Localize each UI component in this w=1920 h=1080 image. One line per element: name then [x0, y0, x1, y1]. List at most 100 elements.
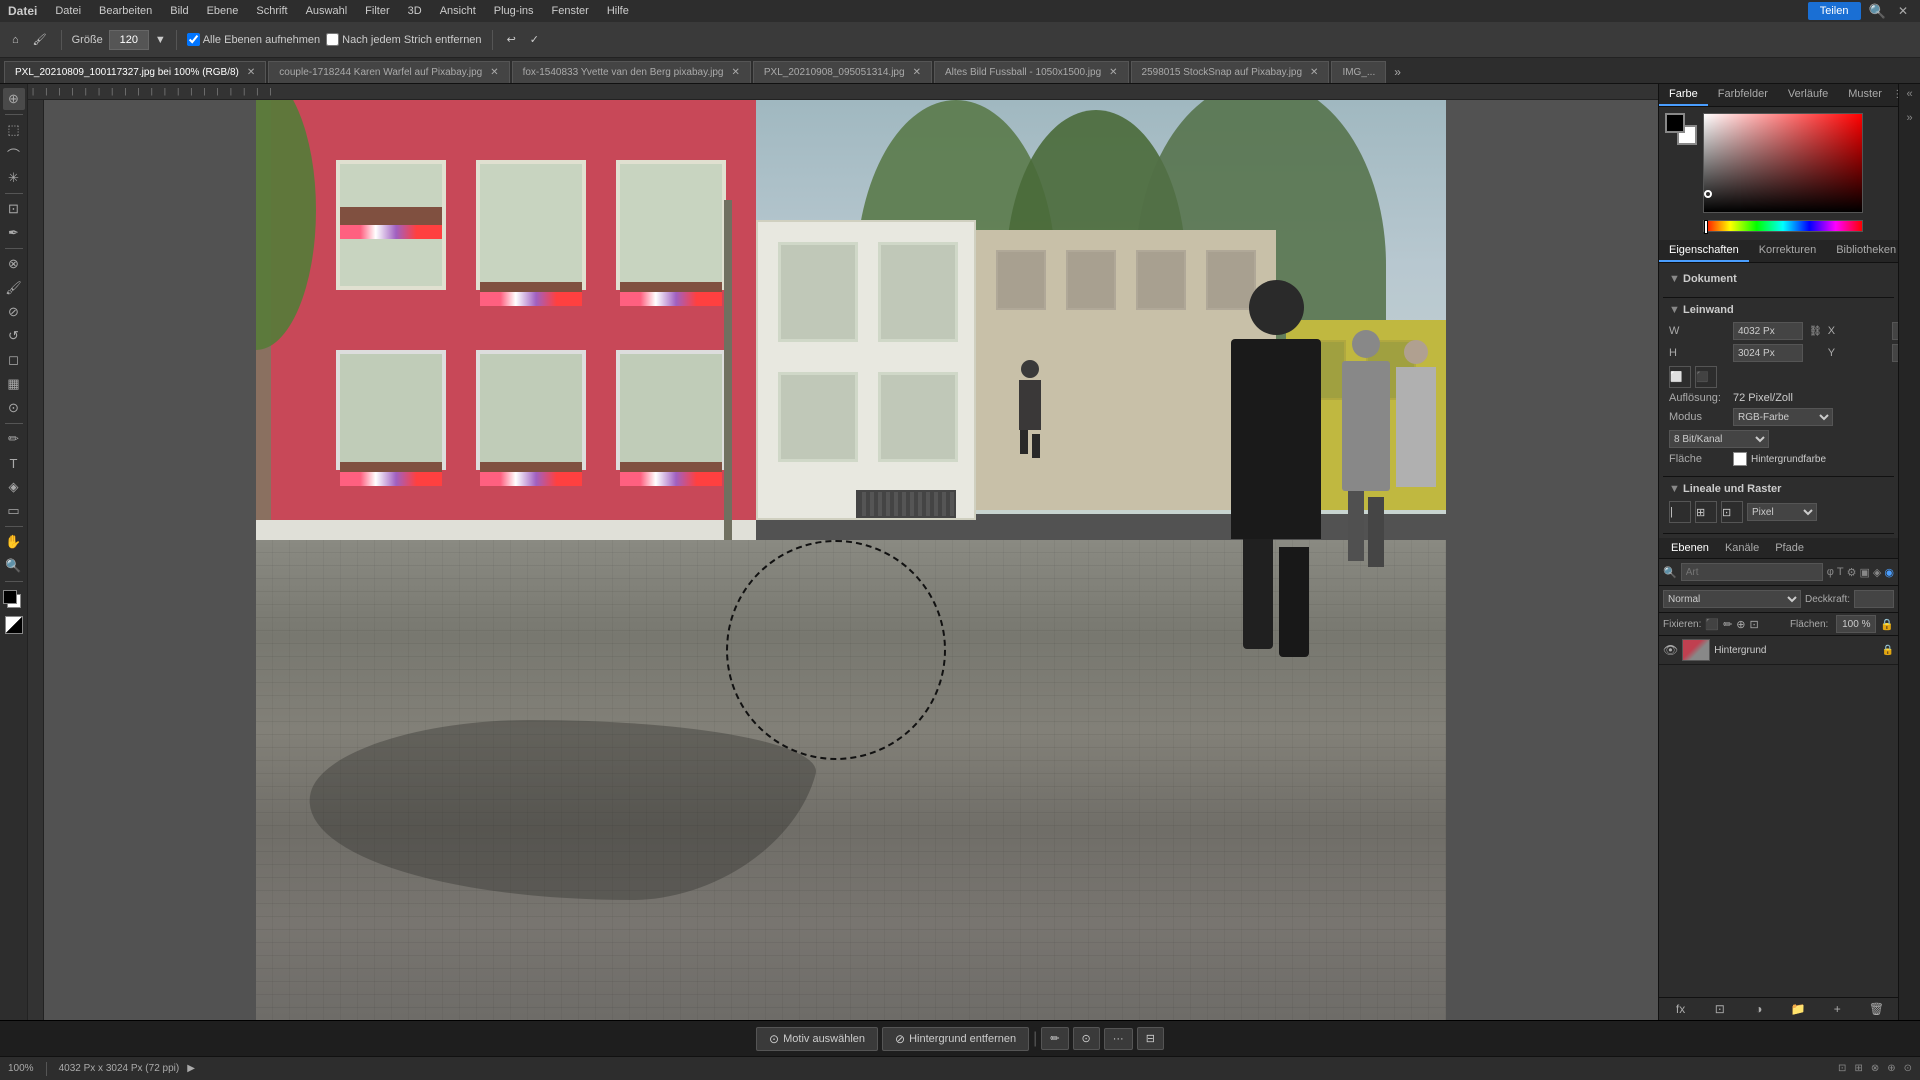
quick-mask-button[interactable] — [5, 616, 23, 634]
fg-color-swatch[interactable] — [3, 590, 17, 604]
delete-layer-btn[interactable]: 🗑 — [1859, 1002, 1894, 1016]
chain-icon[interactable]: ⛓ — [1809, 326, 1822, 337]
lock-transparency-icon[interactable]: ⬛ — [1705, 618, 1719, 631]
ruler-line-btn[interactable]: | — [1669, 501, 1691, 523]
size-dropdown-icon[interactable]: ▼ — [155, 34, 166, 46]
remove-after-stroke-checkbox[interactable] — [326, 33, 339, 46]
tab-4[interactable]: Altes Bild Fussball - 1050x1500.jpg ✕ — [934, 61, 1129, 83]
all-layers-checkbox[interactable] — [187, 33, 200, 46]
color-fg-bg[interactable] — [3, 590, 25, 612]
filter-icon-toggle[interactable]: ◉ — [1884, 566, 1894, 579]
tool-eraser[interactable]: ◻ — [3, 349, 25, 371]
new-adjustment-btn[interactable]: ◑ — [1741, 1002, 1776, 1016]
tab-6[interactable]: IMG_... — [1331, 61, 1386, 83]
ruler-dots-btn[interactable]: ⊡ — [1721, 501, 1743, 523]
tool-marquee[interactable]: ⬚ — [3, 119, 25, 141]
leinwand-title[interactable]: ▼ Leinwand — [1669, 304, 1888, 316]
lock-position-icon[interactable]: ⊕ — [1736, 618, 1745, 631]
fg-swatch[interactable] — [1665, 113, 1685, 133]
tool-shape[interactable]: ▭ — [3, 500, 25, 522]
tool-clone[interactable]: ⊘ — [3, 301, 25, 323]
ruler-title[interactable]: ▼ Lineale und Raster — [1669, 483, 1888, 495]
tab-pfade[interactable]: Pfade — [1767, 538, 1812, 558]
menu-item-3d[interactable]: 3D — [400, 3, 430, 19]
fill-layers-input[interactable] — [1836, 615, 1876, 633]
tool-magic-wand[interactable]: ✳ — [3, 167, 25, 189]
landscape-btn[interactable]: ⬛ — [1695, 366, 1717, 388]
canvas-area[interactable] — [44, 100, 1658, 1020]
tool-path-select[interactable]: ◈ — [3, 476, 25, 498]
tab-3[interactable]: PXL_20210908_095051314.jpg ✕ — [753, 61, 932, 83]
ruler-grid-btn[interactable]: ⊞ — [1695, 501, 1717, 523]
tool-pen[interactable]: ✏ — [3, 428, 25, 450]
undo-button[interactable]: ↩ — [503, 31, 520, 48]
lock-brush-icon[interactable]: ✏ — [1723, 618, 1732, 631]
menu-item-ansicht[interactable]: Ansicht — [432, 3, 484, 19]
tool-lasso[interactable]: ⌒ — [3, 143, 25, 165]
tool-crop[interactable]: ⊡ — [3, 198, 25, 220]
new-layer-btn[interactable]: + — [1820, 1002, 1855, 1016]
menu-item-bild[interactable]: Bild — [162, 3, 196, 19]
tool-zoom[interactable]: 🔍 — [3, 555, 25, 577]
status-icon-3[interactable]: ⊗ — [1871, 1063, 1879, 1074]
size-input[interactable] — [109, 30, 149, 50]
layer-item-hintergrund[interactable]: 👁 Hintergrund 🔒 — [1659, 636, 1898, 665]
tab-4-close[interactable]: ✕ — [1109, 67, 1117, 78]
tabs-more[interactable]: » — [1388, 61, 1407, 83]
menu-item-bearbeiten[interactable]: Bearbeiten — [91, 3, 160, 19]
tab-0[interactable]: PXL_20210809_100117327.jpg bei 100% (RGB… — [4, 61, 266, 83]
tool-type[interactable]: T — [3, 452, 25, 474]
filter-icon-2[interactable]: T — [1837, 566, 1844, 579]
tab-korrekturen[interactable]: Korrekturen — [1749, 240, 1826, 262]
filter-icon-5[interactable]: ◈ — [1873, 566, 1881, 579]
portrait-btn[interactable]: ⬜ — [1669, 366, 1691, 388]
tab-muster[interactable]: Muster — [1838, 84, 1892, 106]
tab-kanale[interactable]: Kanäle — [1717, 538, 1767, 558]
bitdepth-select[interactable]: 8 Bit/Kanal — [1669, 430, 1769, 448]
tool-eyedropper[interactable]: ✒ — [3, 222, 25, 244]
status-icon-4[interactable]: ⊕ — [1887, 1063, 1895, 1074]
tool-dodge[interactable]: ⊙ — [3, 397, 25, 419]
tab-bibliotheken[interactable]: Bibliotheken — [1826, 240, 1906, 262]
brush-button[interactable]: 🖌 — [29, 31, 51, 48]
confirm-button[interactable]: ✓ — [526, 31, 543, 48]
add-mask-btn[interactable]: ⊡ — [1702, 1002, 1737, 1016]
menu-item-ebene[interactable]: Ebene — [199, 3, 247, 19]
share-button[interactable]: Teilen — [1808, 2, 1861, 20]
tool-gradient[interactable]: ▦ — [3, 373, 25, 395]
fg-bg-swatches[interactable] — [1665, 113, 1697, 145]
tab-verlaufe[interactable]: Verläufe — [1778, 84, 1838, 106]
ctx-circle-btn[interactable]: ⊙ — [1073, 1027, 1100, 1050]
motiv-auswhalen-btn[interactable]: ⊙ Motiv auswählen — [756, 1027, 878, 1051]
layer-vis-icon[interactable]: 👁 — [1663, 643, 1678, 657]
w-input[interactable] — [1733, 322, 1803, 340]
tool-history-brush[interactable]: ↺ — [3, 325, 25, 347]
layers-mode-select[interactable]: Normal — [1663, 590, 1801, 608]
hintergrund-entfernen-btn[interactable]: ⊘ Hintergrund entfernen — [882, 1027, 1029, 1051]
tab-0-close[interactable]: ✕ — [247, 67, 255, 78]
tab-2-close[interactable]: ✕ — [731, 67, 739, 78]
layers-search-input[interactable] — [1681, 563, 1823, 581]
menu-item-plugins[interactable]: Plug-ins — [486, 3, 542, 19]
hue-slider[interactable] — [1703, 220, 1863, 232]
dokument-title[interactable]: ▼ Dokument — [1669, 273, 1888, 285]
status-arrow[interactable]: ▶ — [187, 1063, 195, 1074]
menu-item-schrift[interactable]: Schrift — [248, 3, 295, 19]
tab-eigenschaften[interactable]: Eigenschaften — [1659, 240, 1749, 262]
status-icon-5[interactable]: ⊙ — [1904, 1063, 1912, 1074]
status-icon-1[interactable]: ⊡ — [1838, 1063, 1846, 1074]
tool-spot-healing[interactable]: ⊗ — [3, 253, 25, 275]
tab-2[interactable]: fox-1540833 Yvette van den Berg pixabay.… — [512, 61, 751, 83]
home-button[interactable]: ⌂ — [8, 32, 23, 48]
status-icon-2[interactable]: ⊞ — [1854, 1063, 1862, 1074]
tool-brush[interactable]: 🖌 — [3, 277, 25, 299]
panel-expand-icon[interactable]: « — [1906, 88, 1912, 100]
menu-item-filter[interactable]: Filter — [357, 3, 397, 19]
tool-hand[interactable]: ✋ — [3, 531, 25, 553]
tab-3-close[interactable]: ✕ — [913, 67, 921, 78]
tab-5[interactable]: 2598015 StockSnap auf Pixabay.jpg ✕ — [1131, 61, 1330, 83]
mode-select[interactable]: RGB-Farbe — [1733, 408, 1833, 426]
filter-icon-3[interactable]: ⚙ — [1847, 566, 1857, 579]
menu-item-hilfe[interactable]: Hilfe — [599, 3, 637, 19]
ctx-minus-btn[interactable]: ⊟ — [1137, 1027, 1164, 1050]
